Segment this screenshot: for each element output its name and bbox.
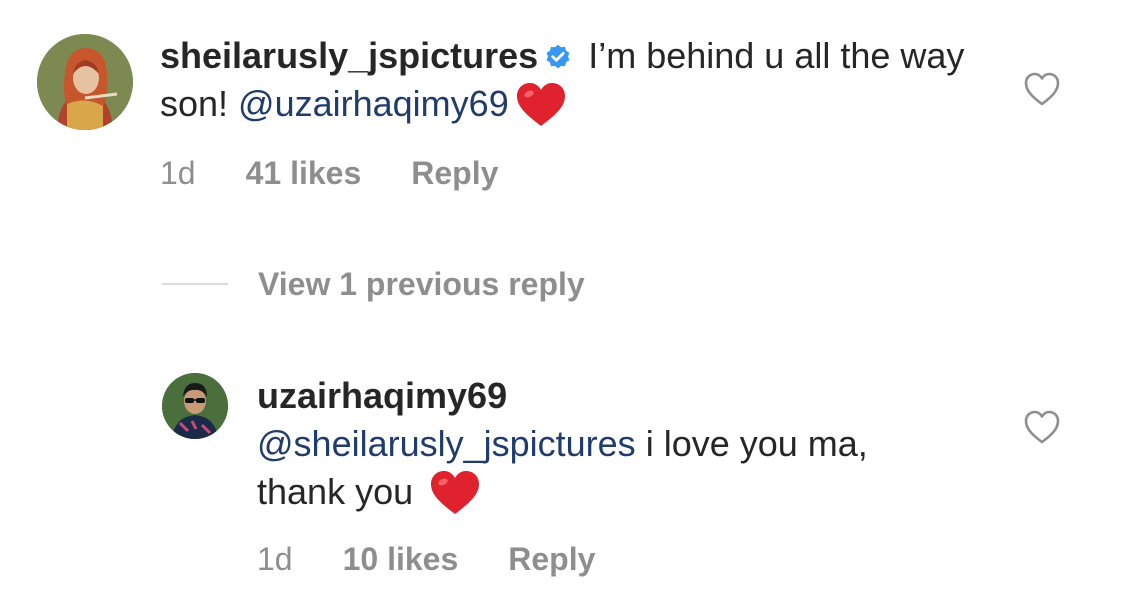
- comment-text: sheilarusly_jspictures I’m behind u all …: [160, 32, 980, 128]
- avatar[interactable]: [37, 34, 133, 130]
- like-heart-icon[interactable]: [1023, 71, 1061, 107]
- red-heart-emoji: [515, 82, 567, 128]
- mention-link[interactable]: @uzairhaqimy69: [238, 83, 509, 124]
- mention-link[interactable]: @sheilarusly_jspictures: [257, 423, 636, 464]
- view-previous-replies-button[interactable]: View 1 previous reply: [162, 262, 585, 306]
- divider: [162, 283, 228, 285]
- username[interactable]: uzairhaqimy69: [257, 375, 507, 416]
- reply-button[interactable]: Reply: [411, 155, 498, 192]
- reply-button[interactable]: Reply: [508, 541, 595, 578]
- likes-count[interactable]: 41 likes: [246, 155, 362, 192]
- comment-meta: 1d 10 likes Reply: [257, 541, 595, 578]
- red-heart-emoji: [429, 470, 481, 516]
- likes-count[interactable]: 10 likes: [343, 541, 459, 578]
- comment-text: uzairhaqimy69 @sheilarusly_jspictures i …: [257, 372, 957, 516]
- like-heart-icon[interactable]: [1023, 409, 1061, 445]
- timestamp: 1d: [257, 541, 293, 577]
- username[interactable]: sheilarusly_jspictures: [160, 35, 538, 76]
- comment-meta: 1d 41 likes Reply: [160, 155, 498, 192]
- verified-badge-icon: [544, 43, 572, 71]
- timestamp: 1d: [160, 155, 196, 191]
- view-replies-label: View 1 previous reply: [258, 265, 585, 302]
- avatar[interactable]: [162, 373, 228, 439]
